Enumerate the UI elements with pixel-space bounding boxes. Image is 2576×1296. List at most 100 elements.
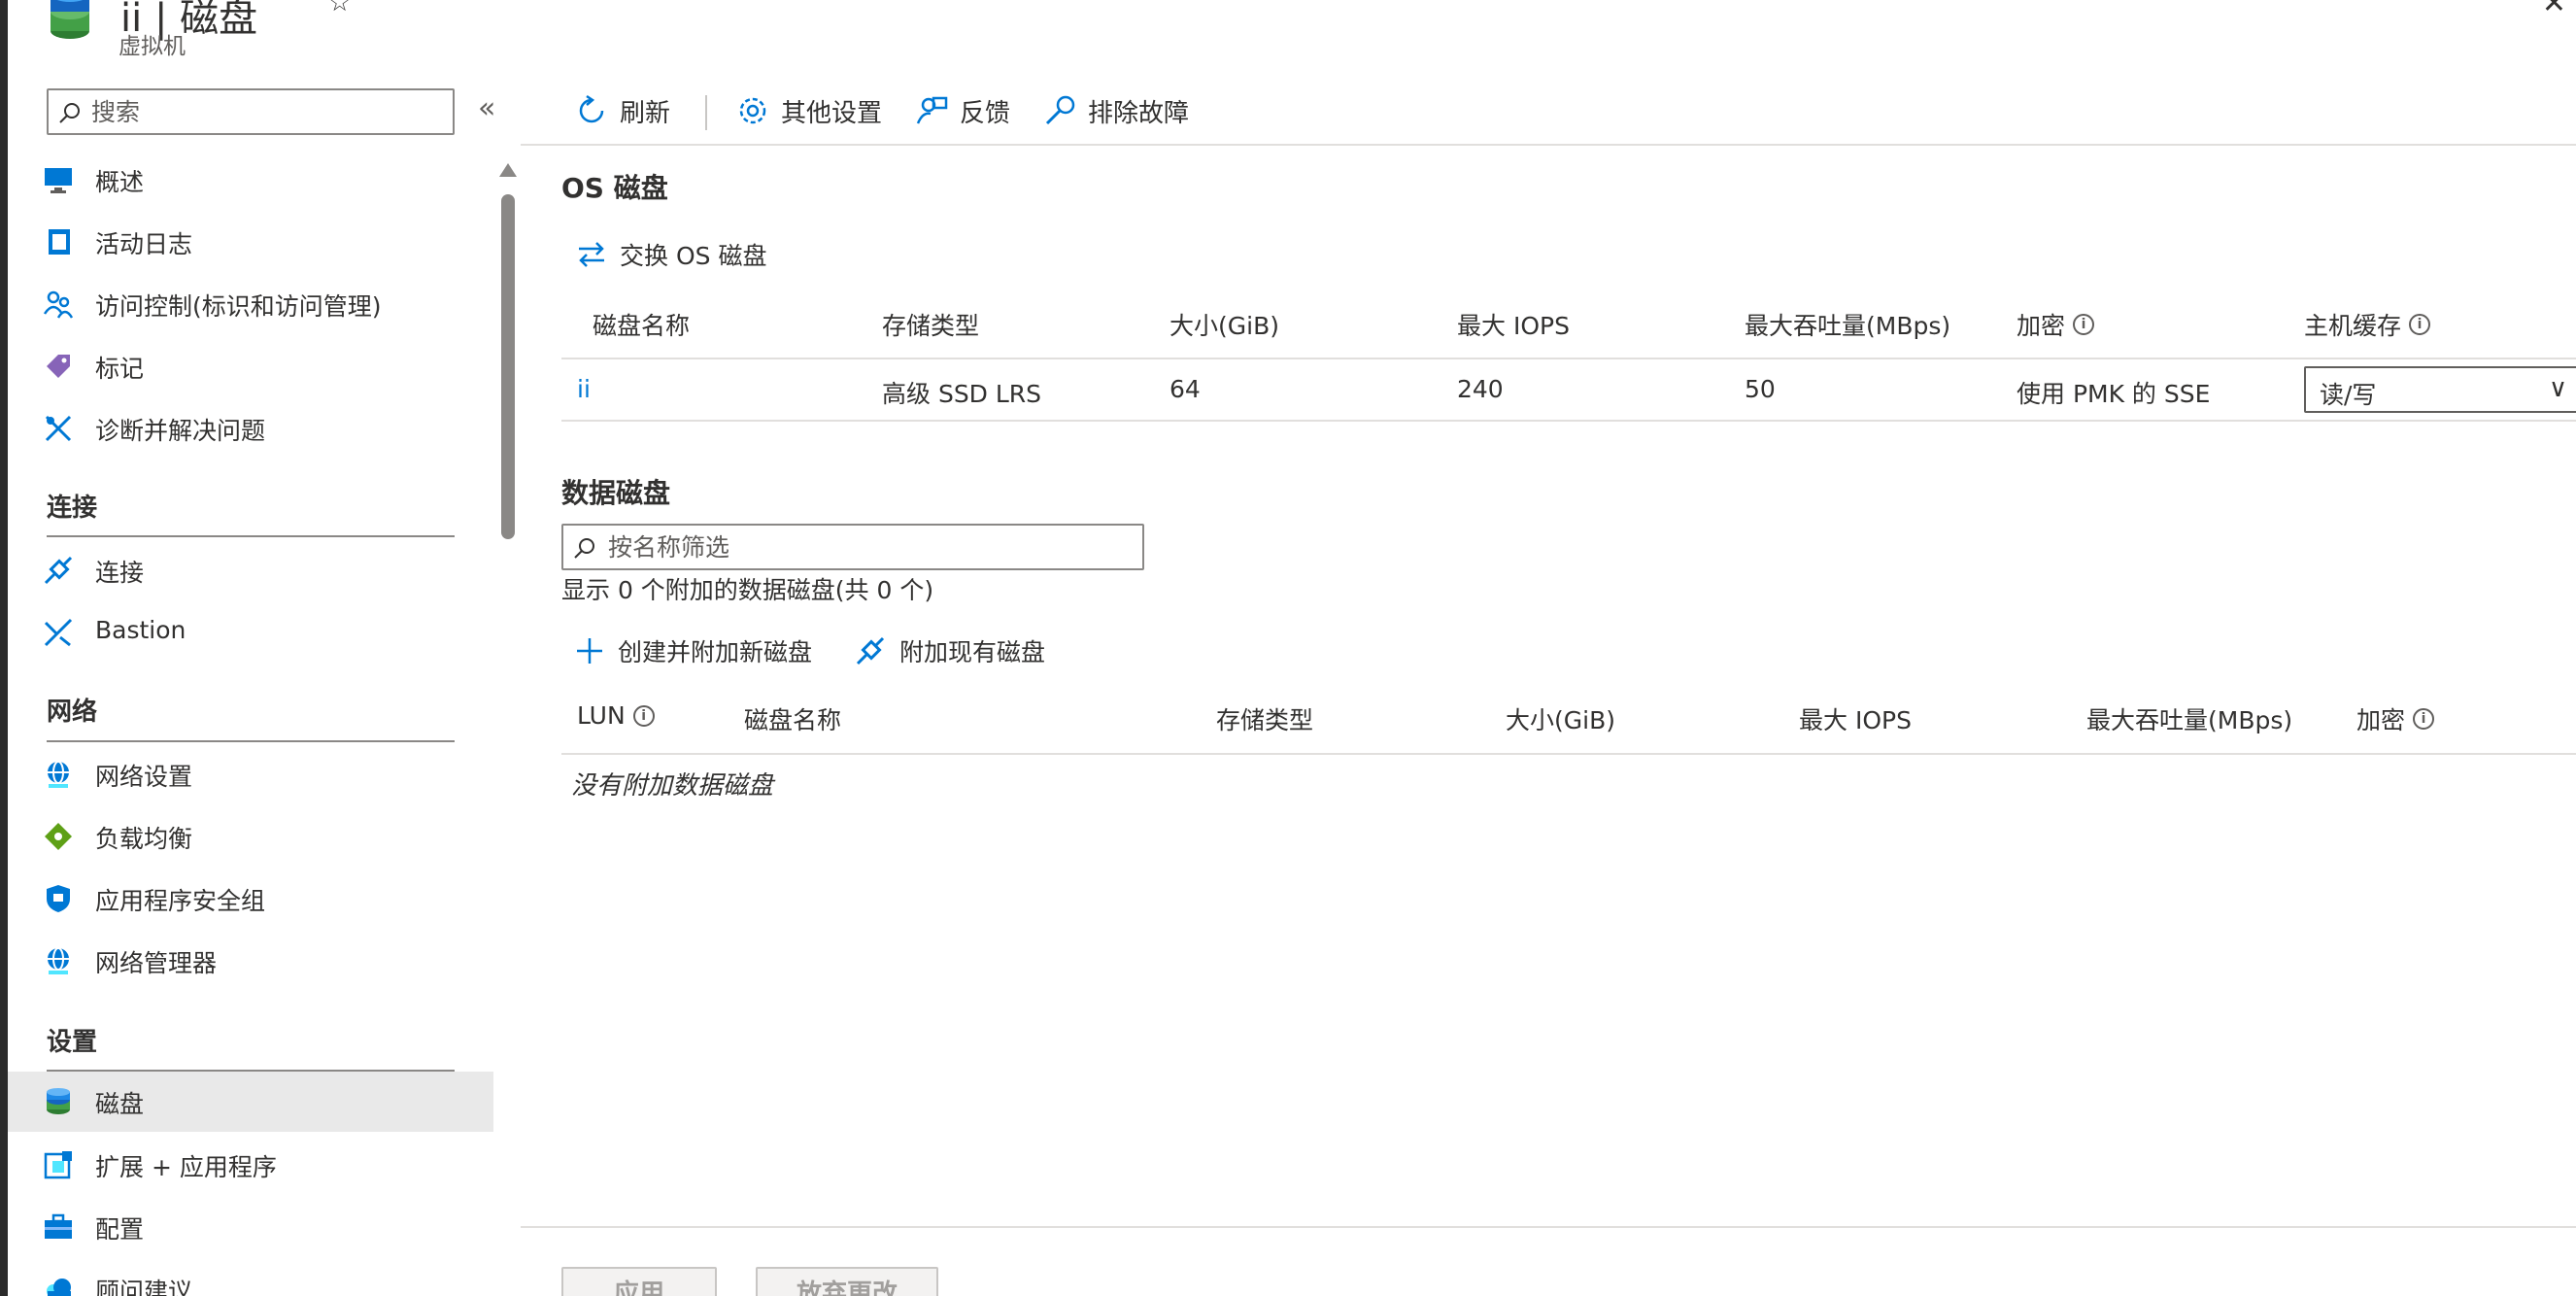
- row-divider: [561, 358, 2576, 359]
- col-header-max-iops[interactable]: 最大 IOPS: [1799, 701, 1912, 736]
- info-icon[interactable]: i: [2413, 708, 2435, 730]
- col-header-host-cache[interactable]: 主机缓存 i: [2304, 307, 2431, 342]
- star-icon[interactable]: ☆: [328, 0, 351, 17]
- other-settings-button[interactable]: 其他设置: [736, 87, 882, 134]
- diamond-icon: [45, 823, 72, 850]
- sidebar-item-label: 负载均衡: [95, 825, 193, 853]
- wrench-icon: [1045, 95, 1075, 125]
- plug-icon: [44, 556, 73, 585]
- section-heading-network: 网络: [47, 698, 98, 727]
- col-header-max-throughput[interactable]: 最大吞吐量(MBps): [1745, 307, 1950, 342]
- search-icon: [574, 538, 594, 559]
- sidebar-item-disks[interactable]: 磁盘: [8, 1072, 493, 1132]
- tag-icon: [47, 355, 70, 378]
- host-cache-select[interactable]: 读/写 ∨: [2304, 366, 2576, 413]
- col-header-encryption[interactable]: 加密 i: [2356, 701, 2435, 736]
- col-header-max-iops[interactable]: 最大 IOPS: [1457, 307, 1570, 342]
- col-header-disk-name[interactable]: 磁盘名称: [593, 307, 690, 342]
- troubleshoot-button[interactable]: 排除故障: [1043, 87, 1189, 134]
- empty-state-text: 没有附加数据磁盘: [571, 771, 774, 801]
- row-divider: [561, 753, 2576, 755]
- sidebar-search-input[interactable]: [91, 96, 441, 127]
- sidebar-search[interactable]: [47, 88, 455, 135]
- sidebar-item-label: 概述: [95, 168, 145, 196]
- sidebar-item-connect[interactable]: 连接: [8, 540, 493, 600]
- plug-icon: [856, 636, 885, 665]
- extension-icon: [44, 1151, 72, 1179]
- col-header-size[interactable]: 大小(GiB): [1506, 701, 1615, 736]
- section-divider: [47, 740, 455, 742]
- toolbar-separator: [705, 95, 707, 130]
- bastion-icon: [44, 618, 73, 647]
- section-heading-settings: 设置: [47, 1028, 98, 1057]
- sidebar-scrollbar-thumb[interactable]: [501, 194, 515, 539]
- sidebar-item-advisor[interactable]: 顾问建议: [8, 1259, 493, 1296]
- col-header-disk-name[interactable]: 磁盘名称: [744, 701, 841, 736]
- section-heading-connect: 连接: [47, 494, 98, 523]
- troubleshoot-label: 排除故障: [1088, 98, 1190, 128]
- monitor-icon: [45, 168, 72, 193]
- sidebar-item-app-security-groups[interactable]: 应用程序安全组: [8, 869, 493, 929]
- col-header-size[interactable]: 大小(GiB): [1169, 307, 1279, 342]
- refresh-button[interactable]: 刷新: [575, 87, 670, 134]
- page-subtitle: 虚拟机: [119, 34, 186, 59]
- attach-existing-disk-label: 附加现有磁盘: [899, 638, 1046, 666]
- attach-existing-disk-button[interactable]: 附加现有磁盘: [855, 633, 1045, 668]
- filter-by-name-input[interactable]: [608, 531, 1133, 563]
- scroll-up-arrow-icon[interactable]: [499, 163, 517, 177]
- info-icon[interactable]: i: [2409, 314, 2431, 335]
- info-icon[interactable]: i: [632, 704, 655, 727]
- swap-os-disk-button[interactable]: 交换 OS 磁盘: [577, 237, 766, 272]
- gear-icon: [739, 97, 766, 124]
- sidebar-item-label: Bastion: [95, 616, 186, 644]
- col-header-lun[interactable]: LUN i: [577, 701, 655, 730]
- data-disks-heading: 数据磁盘: [561, 477, 671, 509]
- apply-button[interactable]: 应用: [561, 1267, 717, 1296]
- data-disk-count: 显示 0 个附加的数据磁盘(共 0 个): [561, 576, 934, 604]
- sidebar-item-label: 磁盘: [95, 1090, 145, 1118]
- filter-by-name[interactable]: [561, 524, 1144, 570]
- sidebar-item-tags[interactable]: 标记: [8, 336, 493, 396]
- col-header-storage-type[interactable]: 存储类型: [882, 307, 979, 342]
- sidebar-item-access-control[interactable]: 访问控制(标识和访问管理): [8, 274, 493, 334]
- os-disk-name-link[interactable]: ii: [577, 375, 591, 403]
- wrench-icon: [45, 415, 72, 442]
- sidebar-item-diagnose[interactable]: 诊断并解决问题: [8, 398, 493, 459]
- sidebar-item-label: 应用程序安全组: [95, 887, 266, 915]
- sidebar-item-overview[interactable]: 概述: [8, 150, 493, 210]
- col-header-encryption[interactable]: 加密 i: [2017, 307, 2095, 342]
- sidebar-item-configuration[interactable]: 配置: [8, 1197, 493, 1257]
- col-header-max-throughput[interactable]: 最大吞吐量(MBps): [2086, 701, 2292, 736]
- collapse-sidebar-icon[interactable]: «: [478, 91, 495, 125]
- sidebar-item-bastion[interactable]: Bastion: [8, 602, 493, 663]
- host-cache-value: 读/写: [2320, 381, 2377, 409]
- cloud-icon: [47, 1279, 71, 1296]
- info-icon[interactable]: i: [2073, 314, 2095, 335]
- sidebar-item-label: 配置: [95, 1215, 145, 1244]
- sidebar-item-network-manager[interactable]: 网络管理器: [8, 931, 493, 991]
- search-icon: [59, 103, 80, 123]
- col-header-storage-type[interactable]: 存储类型: [1216, 701, 1313, 736]
- sidebar-item-label: 访问控制(标识和访问管理): [95, 292, 382, 321]
- close-icon[interactable]: ✕: [2542, 0, 2566, 20]
- toolbar-divider: [521, 144, 2576, 146]
- feedback-button[interactable]: 反馈: [915, 87, 1010, 134]
- sidebar-item-label: 网络设置: [95, 763, 193, 791]
- create-attach-disk-button[interactable]: 创建并附加新磁盘: [575, 633, 812, 668]
- blade-header: ii | 磁盘 ☆ 虚拟机: [47, 0, 629, 59]
- sidebar-item-label: 顾问建议: [95, 1278, 193, 1296]
- log-icon: [49, 229, 70, 255]
- sidebar-item-load-balancing[interactable]: 负载均衡: [8, 806, 493, 867]
- sidebar-item-label: 活动日志: [95, 230, 193, 258]
- globe-icon: [48, 761, 69, 788]
- sidebar-item-extensions[interactable]: 扩展 + 应用程序: [8, 1135, 493, 1195]
- people-icon: [43, 290, 74, 319]
- refresh-label: 刷新: [620, 98, 671, 128]
- sidebar-item-label: 连接: [95, 559, 145, 587]
- network-manager-icon: [48, 947, 69, 974]
- sidebar-item-network-settings[interactable]: 网络设置: [8, 744, 493, 804]
- command-bar: 刷新 其他设置 反馈 排除故障: [563, 87, 2576, 142]
- discard-changes-button[interactable]: 放弃更改: [756, 1267, 938, 1296]
- toolbox-icon: [45, 1213, 72, 1239]
- sidebar-item-activity-log[interactable]: 活动日志: [8, 212, 493, 272]
